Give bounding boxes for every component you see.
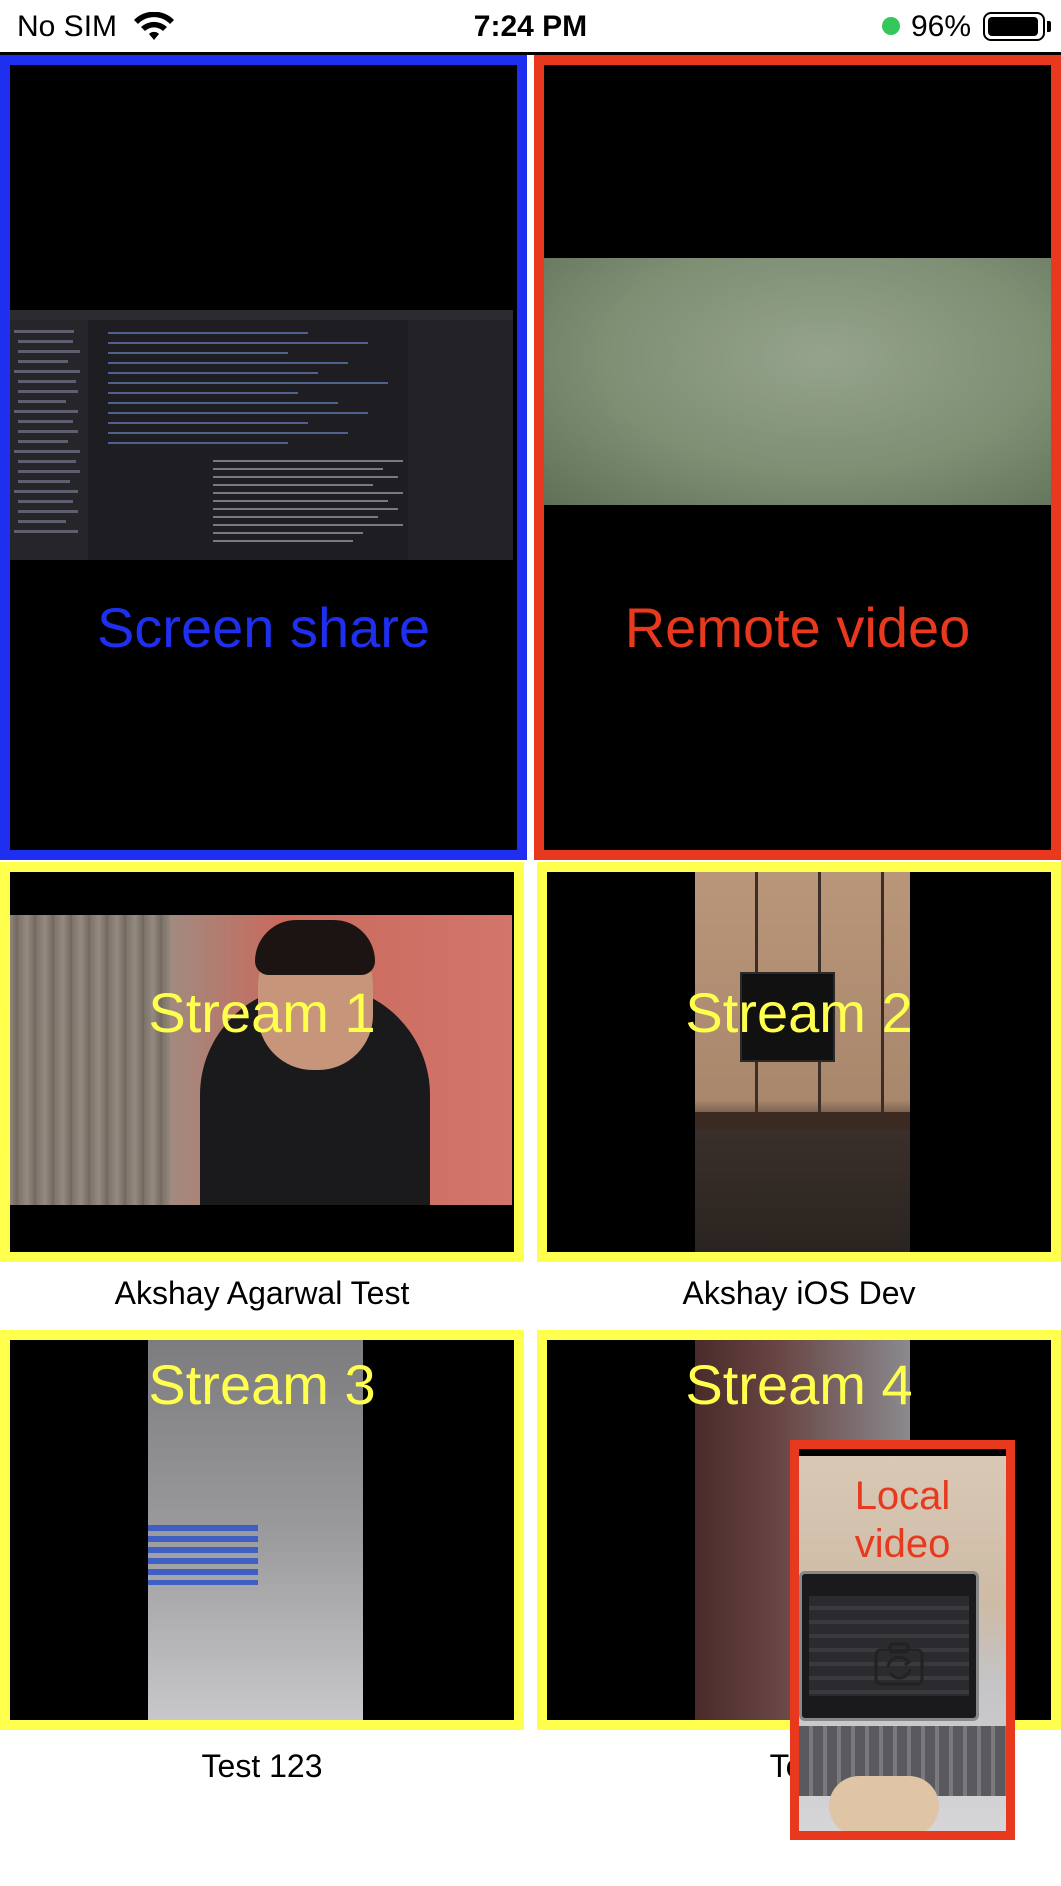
status-time: 7:24 PM bbox=[473, 10, 588, 43]
activity-dot bbox=[882, 17, 900, 35]
local-video-label-line2: video bbox=[854, 1522, 951, 1566]
battery-cap bbox=[1047, 21, 1051, 32]
local-video-label-line1: Local bbox=[854, 1474, 951, 1518]
stream-1-name: Akshay Agarwal Test bbox=[114, 1275, 410, 1311]
screen-share-content bbox=[8, 310, 513, 560]
stream-1-label: Stream 1 bbox=[148, 981, 376, 1044]
stream-2-label: Stream 2 bbox=[685, 981, 913, 1044]
stream-1-video bbox=[0, 915, 512, 1205]
stream-4-label: Stream 4 bbox=[685, 1353, 913, 1416]
switch-camera-icon[interactable] bbox=[872, 1640, 926, 1688]
stream-3-tile[interactable]: Stream 3 bbox=[0, 1330, 524, 1730]
battery-icon bbox=[983, 12, 1045, 41]
screen-share-tile[interactable]: Screen share bbox=[0, 55, 527, 860]
status-bar: No SIM 7:24 PM 96% bbox=[0, 0, 1061, 54]
stream-3-label: Stream 3 bbox=[148, 1353, 376, 1416]
stream-2-tile[interactable]: Stream 2 bbox=[537, 862, 1061, 1262]
stream-2-name: Akshay iOS Dev bbox=[682, 1275, 916, 1311]
stream-2-video bbox=[695, 872, 910, 1252]
screen-share-label: Screen share bbox=[96, 596, 431, 659]
stream-3-name: Test 123 bbox=[201, 1748, 323, 1784]
remote-video-tile[interactable]: Remote video bbox=[534, 55, 1061, 860]
battery-percent: 96% bbox=[911, 10, 972, 43]
local-video-tile[interactable]: Local video bbox=[790, 1440, 1015, 1840]
remote-video-label: Remote video bbox=[624, 596, 971, 659]
remote-video-content bbox=[542, 258, 1053, 505]
stream-1-tile[interactable]: Stream 1 bbox=[0, 862, 524, 1262]
local-video-label: Local video bbox=[790, 1472, 1015, 1568]
